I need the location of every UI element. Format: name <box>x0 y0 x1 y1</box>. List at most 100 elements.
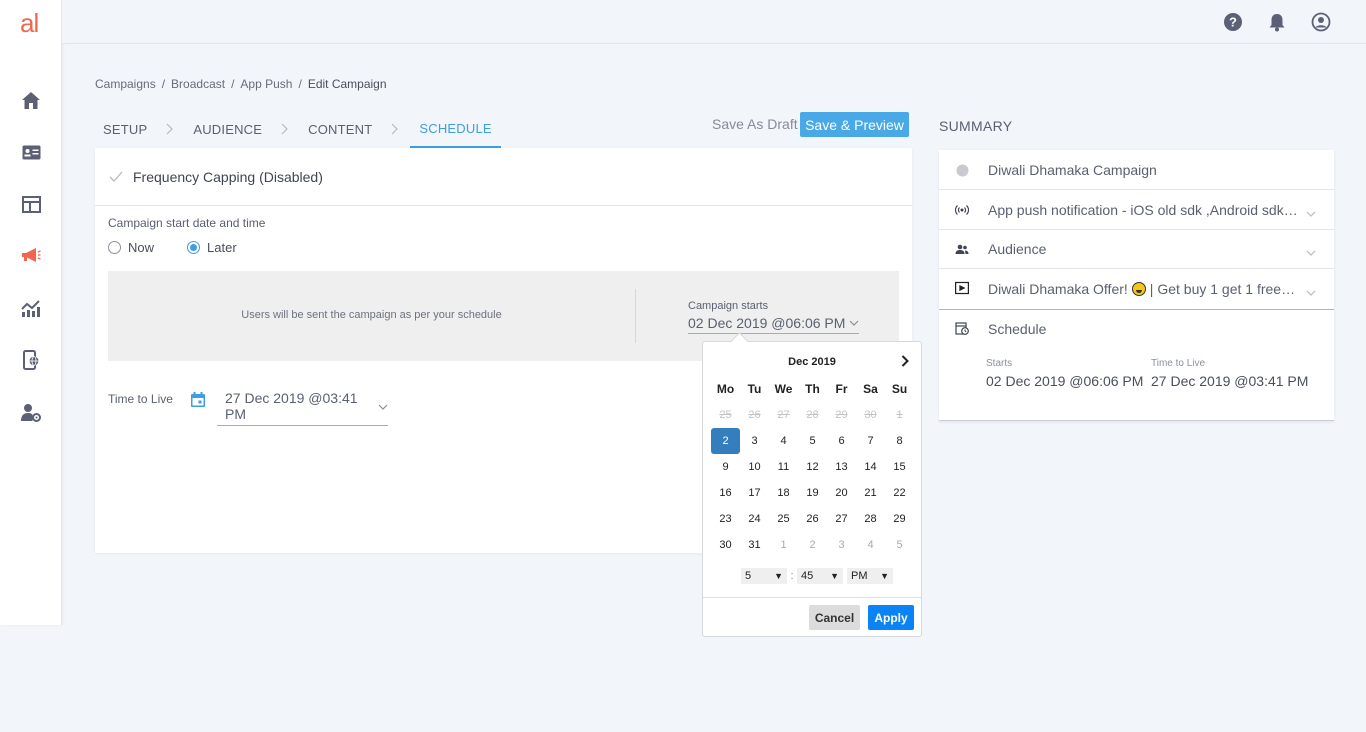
calendar-day[interactable]: 15 <box>885 454 914 480</box>
calendar-day[interactable]: 28 <box>856 506 885 532</box>
calendar-day[interactable]: 12 <box>798 454 827 480</box>
summary-audience: Audience <box>988 240 1047 257</box>
calendar-day-next-month[interactable]: 1 <box>769 532 798 558</box>
radio-later[interactable]: Later <box>187 240 237 255</box>
calendar-day[interactable]: 25 <box>769 506 798 532</box>
megaphone-icon[interactable] <box>20 244 42 266</box>
chevron-right-icon <box>155 123 185 135</box>
home-icon[interactable] <box>20 89 42 111</box>
frequency-capping-row[interactable]: Frequency Capping (Disabled) <box>95 148 912 206</box>
calendar-day-next-month[interactable]: 2 <box>798 532 827 558</box>
calendar-day-next-month[interactable]: 4 <box>856 532 885 558</box>
hour-select[interactable]: 5 ▼ <box>741 568 787 584</box>
calendar-day[interactable]: 31 <box>740 532 769 558</box>
weekday-label: Fr <box>835 382 848 396</box>
step-setup[interactable]: SETUP <box>95 110 155 148</box>
calendar-day[interactable]: 7 <box>856 428 885 454</box>
breadcrumb-app-push[interactable]: App Push <box>240 77 292 91</box>
calendar-day[interactable]: 24 <box>740 506 769 532</box>
calendar-day[interactable]: 18 <box>769 480 798 506</box>
calendar-day[interactable]: 9 <box>711 454 740 480</box>
calendar-day[interactable]: 23 <box>711 506 740 532</box>
calendar-day[interactable]: 21 <box>856 480 885 506</box>
minute-value: 45 <box>801 570 814 582</box>
cancel-button[interactable]: Cancel <box>809 605 860 630</box>
summary-ttl-value: 27 Dec 2019 @03:41 PM <box>1151 373 1309 389</box>
calendar-day[interactable]: 14 <box>856 454 885 480</box>
calendar-day[interactable]: 8 <box>885 428 914 454</box>
calendar-day[interactable]: 16 <box>711 480 740 506</box>
chevron-right-icon[interactable] <box>901 354 909 372</box>
ttl-picker[interactable]: 27 Dec 2019 @03:41 PM <box>217 388 388 426</box>
frequency-capping-label: Frequency Capping (Disabled) <box>133 168 323 185</box>
save-and-preview-button[interactable]: Save & Preview <box>800 112 909 137</box>
calendar-month-label: Dec 2019 <box>788 356 836 368</box>
summary-audience-row[interactable]: Audience <box>939 229 1334 269</box>
calendar-day[interactable]: 10 <box>740 454 769 480</box>
summary-starts-value: 02 Dec 2019 @06:06 PM <box>986 373 1144 389</box>
dropdown-arrow-icon: ▼ <box>774 571 783 581</box>
calendar-day[interactable]: 3 <box>740 428 769 454</box>
calendar-day-disabled: 25 <box>719 409 732 421</box>
calendar-day-next-month[interactable]: 5 <box>885 532 914 558</box>
calendar-icon[interactable] <box>190 391 206 413</box>
chevron-down-icon <box>378 404 388 411</box>
summary-campaign-row[interactable]: Diwali Dhamaka Campaign <box>939 150 1334 190</box>
ttl-value: 27 Dec 2019 @03:41 PM <box>225 390 358 422</box>
save-as-draft-button[interactable]: Save As Draft <box>712 116 798 132</box>
calendar-day-next-month[interactable]: 3 <box>827 532 856 558</box>
calendar-day[interactable]: 19 <box>798 480 827 506</box>
calendar-day-disabled: 1 <box>896 409 903 421</box>
campaign-starts-label: Campaign starts <box>688 300 769 312</box>
calendar-day[interactable]: 30 <box>711 532 740 558</box>
id-card-icon[interactable] <box>20 141 42 163</box>
weekday-label: We <box>774 382 793 396</box>
calendar-day-selected[interactable]: 2 <box>711 428 740 454</box>
chevron-down-icon <box>1306 284 1316 302</box>
user-settings-icon[interactable] <box>20 401 42 423</box>
campaign-starts-value: 02 Dec 2019 @06:06 PM <box>688 315 846 331</box>
calendar-day[interactable]: 17 <box>740 480 769 506</box>
campaign-starts-picker[interactable]: 02 Dec 2019 @06:06 PM <box>688 315 860 334</box>
weekday-label: Sa <box>863 382 878 396</box>
apply-button[interactable]: Apply <box>868 605 914 630</box>
calendar-day[interactable]: 29 <box>885 506 914 532</box>
layout-icon[interactable] <box>20 193 42 215</box>
calendar-day[interactable]: 6 <box>827 428 856 454</box>
summary-campaign-name: Diwali Dhamaka Campaign <box>988 161 1157 178</box>
app-logo[interactable]: al <box>20 8 39 39</box>
help-icon[interactable]: ? <box>1223 12 1243 32</box>
calendar-day[interactable]: 4 <box>769 428 798 454</box>
radio-now[interactable]: Now <box>108 240 154 255</box>
radio-later-label: Later <box>207 240 237 255</box>
breadcrumb-current: Edit Campaign <box>307 77 387 91</box>
users-icon <box>955 242 969 256</box>
breadcrumb: Campaigns / Broadcast / App Push / Edit Campai… <box>95 77 387 91</box>
step-content[interactable]: CONTENT <box>300 110 380 148</box>
mobile-globe-icon[interactable] <box>20 349 42 371</box>
step-schedule[interactable]: SCHEDULE <box>410 110 501 148</box>
calendar-week: 25 26 27 28 29 30 1 <box>711 402 915 428</box>
calendar-day[interactable]: 5 <box>798 428 827 454</box>
calendar-day[interactable]: 20 <box>827 480 856 506</box>
analytics-icon[interactable] <box>20 297 42 319</box>
user-icon[interactable] <box>1311 12 1331 32</box>
summary-channel-row[interactable]: App push notification - iOS old sdk ,And… <box>939 190 1334 230</box>
summary-ttl-label: Time to Live <box>1151 358 1206 369</box>
calendar-day[interactable]: 27 <box>827 506 856 532</box>
minute-select[interactable]: 45 ▼ <box>797 568 843 584</box>
dropdown-arrow-icon: ▼ <box>880 571 889 581</box>
summary-content-rest: | Get buy 1 get 1 free! Just... <box>1149 281 1298 297</box>
calendar-day[interactable]: 13 <box>827 454 856 480</box>
summary-content-row[interactable]: Diwali Dhamaka Offer! | Get buy 1 get 1 f… <box>939 269 1334 309</box>
breadcrumb-campaigns[interactable]: Campaigns <box>95 77 156 91</box>
bell-icon[interactable] <box>1267 12 1287 32</box>
calendar-day[interactable]: 26 <box>798 506 827 532</box>
calendar-day[interactable]: 22 <box>885 480 914 506</box>
calendar-day[interactable]: 11 <box>769 454 798 480</box>
radio-circle <box>108 241 121 254</box>
breadcrumb-broadcast[interactable]: Broadcast <box>171 77 225 91</box>
ampm-select[interactable]: PM ▼ <box>847 568 893 584</box>
step-audience[interactable]: AUDIENCE <box>185 110 270 148</box>
weekday-header: Mo Tu We Th Fr Sa Su <box>711 376 915 402</box>
